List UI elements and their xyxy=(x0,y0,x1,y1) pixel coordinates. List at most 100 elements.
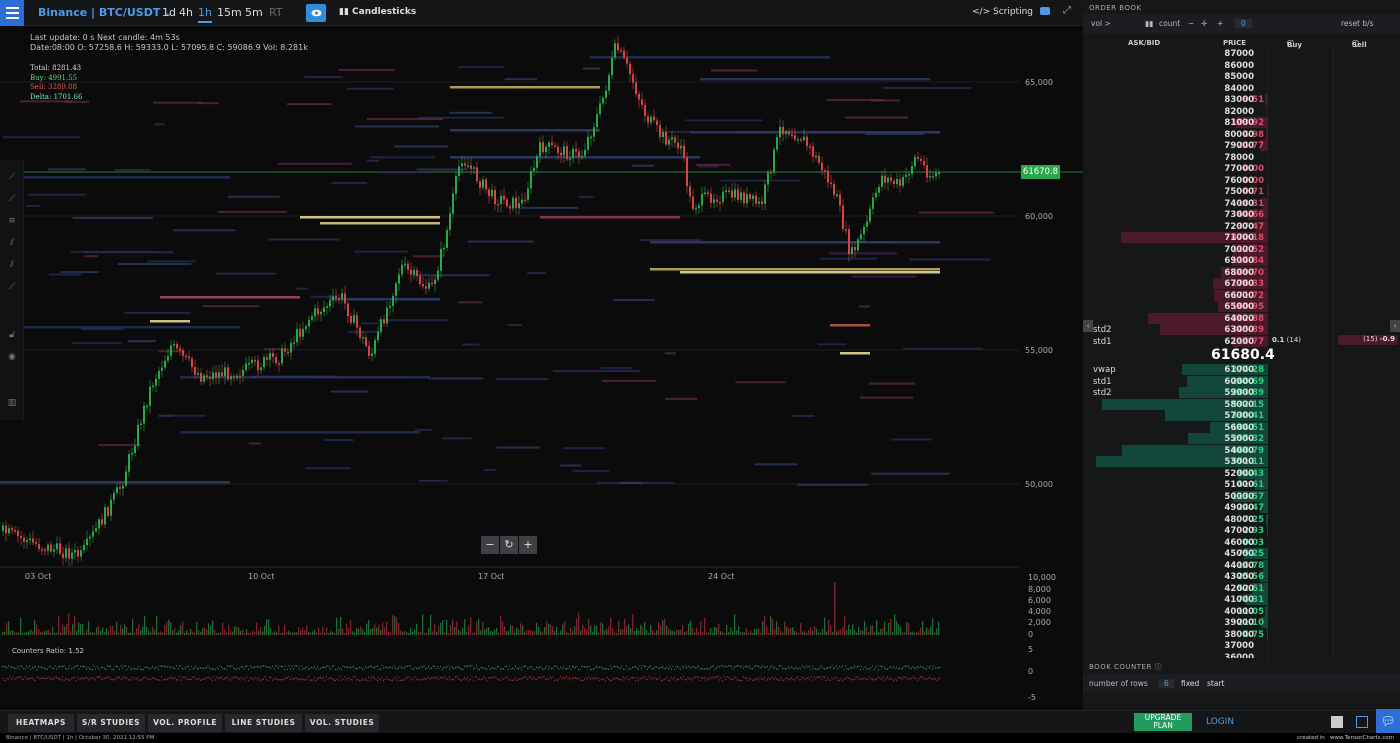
price-level: 41000 xyxy=(1224,595,1254,605)
ask-row: 82000 xyxy=(1083,106,1400,118)
tab-vol-profile[interactable]: VOL. PROFILE xyxy=(148,714,222,732)
minus-icon[interactable]: − xyxy=(1188,19,1194,28)
timeframe-1d[interactable]: 1d xyxy=(162,6,176,19)
timeframe-4h[interactable]: 4h xyxy=(179,6,193,19)
ask-row: 78000 xyxy=(1083,152,1400,164)
level-label: std2 xyxy=(1093,325,1112,335)
price-level: 43000 xyxy=(1224,572,1254,582)
scripting-button[interactable]: </> Scripting xyxy=(972,7,1033,17)
tab-heatmaps[interactable]: HEATMAPS xyxy=(8,714,74,732)
camera-icon[interactable] xyxy=(1040,7,1050,15)
grouping-input[interactable]: 0 xyxy=(1235,19,1252,28)
bid-row: 7.25 48000 xyxy=(1083,513,1400,526)
visibility-icon[interactable]: ◉ xyxy=(6,352,18,362)
drawing-toolbar: ⟋ ⟋ ≡ ⫽ ⫽ ⟋ 🔓︎ ◉ ▥ xyxy=(0,160,24,420)
dark-theme-icon[interactable] xyxy=(1356,716,1368,728)
trash-icon[interactable]: ▥ xyxy=(6,398,18,408)
bid-row: 330.41 57000 xyxy=(1083,410,1400,422)
bid-row: std1 260.69 60000 xyxy=(1083,375,1400,388)
timeframe-5m[interactable]: 5m xyxy=(245,6,263,19)
ratio-tick: -5 xyxy=(1028,693,1036,702)
reset-bs-button[interactable]: reset b/s xyxy=(1341,19,1374,28)
lock-icon[interactable]: 🔓︎ xyxy=(6,330,18,340)
depth-bar xyxy=(1265,513,1268,525)
market-selector[interactable]: Binance | BTC/USDT ⌄ xyxy=(38,6,173,19)
depth-bar xyxy=(1266,128,1268,140)
zoom-reset-button[interactable]: ↻ xyxy=(500,536,518,554)
timeframe-1h[interactable]: 1h xyxy=(198,6,212,23)
bottom-toolbar: HEATMAPS S/R STUDIES VOL. PROFILE LINE S… xyxy=(0,710,1400,733)
chart-area[interactable] xyxy=(0,26,1083,710)
ask-row: 9.51 83000 xyxy=(1083,94,1400,106)
tab-vol-studies[interactable]: VOL. STUDIES xyxy=(305,714,379,732)
eye-icon[interactable] xyxy=(306,4,326,22)
zoom-in-button[interactable]: + xyxy=(519,536,537,554)
vol-toggle[interactable]: vol > xyxy=(1091,19,1111,28)
start-button[interactable]: start xyxy=(1207,679,1224,688)
depth-bar xyxy=(1264,605,1268,617)
order-book-controls: vol > ▮▮ count − ✛ + 0 reset b/s xyxy=(1083,14,1400,34)
login-link[interactable]: LOGIN xyxy=(1206,717,1234,727)
askbid-header: ASK/BID xyxy=(1128,39,1161,47)
price-level: 65000 xyxy=(1224,302,1254,312)
bid-row: 255.32 55000 xyxy=(1083,433,1400,445)
price-level: 63000 xyxy=(1224,325,1254,335)
ask-row: 382.88 64000 xyxy=(1083,312,1400,325)
volume-tick: 6,000 xyxy=(1028,596,1051,605)
price-level: 85000 xyxy=(1224,72,1254,82)
count-toggle[interactable]: count xyxy=(1159,19,1180,28)
ask-row: 85000 xyxy=(1083,71,1400,83)
ray-line-icon[interactable]: ⟋ xyxy=(6,194,18,204)
ask-row: 37.47 72000 xyxy=(1083,220,1400,233)
chevron-left-icon[interactable]: ‹ xyxy=(1083,320,1093,332)
counters-panel: Total: 8281.43 Buy: 4991.55 Sell: 3289.8… xyxy=(30,64,83,102)
channel-icon[interactable]: ⫽ xyxy=(6,238,18,248)
bid-row: 0.03 46000 xyxy=(1083,537,1400,549)
expand-icon[interactable]: ⤢ xyxy=(1063,5,1071,16)
book-counter-title: BOOK COUNTER ⓘ xyxy=(1089,663,1163,671)
depth-bar xyxy=(1265,94,1268,105)
status-bar: Binance | BTC/USDT | 1h | October 30, 20… xyxy=(0,733,1400,743)
rows-input[interactable]: 6 xyxy=(1159,679,1174,688)
bid-row: 532.15 58000 xyxy=(1083,398,1400,411)
candlesticks-button[interactable]: ▮▮ Candlesticks xyxy=(339,7,416,17)
price-level: 69000 xyxy=(1224,256,1254,266)
price-level: 47000 xyxy=(1224,526,1254,536)
price-level: 56000 xyxy=(1224,422,1254,433)
price-level: 74000 xyxy=(1224,198,1254,209)
light-theme-icon[interactable] xyxy=(1331,716,1343,728)
timeframe-rt[interactable]: RT xyxy=(269,6,283,19)
upgrade-plan-button[interactable]: UPGRADE PLAN xyxy=(1134,713,1192,731)
timeframe-15m[interactable]: 15m xyxy=(217,6,242,19)
price-tick: 55,000 xyxy=(1025,346,1053,355)
parallel-icon[interactable]: ⫽ xyxy=(6,260,18,270)
trend-line-icon[interactable]: ⟋ xyxy=(6,172,18,182)
ask-row: 18.31 74000 xyxy=(1083,197,1400,210)
bar-chart-icon[interactable]: ▮▮ xyxy=(1145,19,1153,28)
bid-row: 94.43 52000 xyxy=(1083,467,1400,480)
market-label: Binance | BTC/USDT xyxy=(38,6,161,19)
menu-icon[interactable] xyxy=(0,0,24,26)
price-level: 78000 xyxy=(1224,152,1254,163)
ruler-icon[interactable]: ⟋ xyxy=(6,282,18,292)
ask-row: 87000 xyxy=(1083,48,1400,60)
price-level: 52000 xyxy=(1224,468,1254,479)
tab-line-studies[interactable]: LINE STUDIES xyxy=(225,714,302,732)
price-level: 82000 xyxy=(1224,106,1254,117)
plus-small-icon[interactable]: + xyxy=(1217,19,1223,28)
price-level: 86000 xyxy=(1224,60,1254,71)
delta-counter: Delta: 1701.66 xyxy=(30,92,83,101)
fixed-button[interactable]: fixed xyxy=(1181,679,1199,688)
horizontal-lines-icon[interactable]: ≡ xyxy=(6,216,18,226)
tab-sr-studies[interactable]: S/R STUDIES xyxy=(77,714,145,732)
ask-row: std2 345.89 63000 xyxy=(1083,324,1400,336)
sell-counter-value: -0.9 xyxy=(1379,335,1395,343)
chat-icon[interactable]: 💬︎ xyxy=(1376,709,1400,735)
price-level: 81000 xyxy=(1224,118,1254,128)
zoom-out-button[interactable]: − xyxy=(481,536,499,554)
book-counter-controls: number of rows 6 fixed start xyxy=(1083,674,1400,692)
plus-icon[interactable]: ✛ xyxy=(1201,19,1207,28)
chevron-left-icon[interactable]: ‹ xyxy=(1390,320,1400,332)
price-level: 37000 xyxy=(1224,641,1254,651)
date-label: 17 Oct xyxy=(478,572,505,581)
